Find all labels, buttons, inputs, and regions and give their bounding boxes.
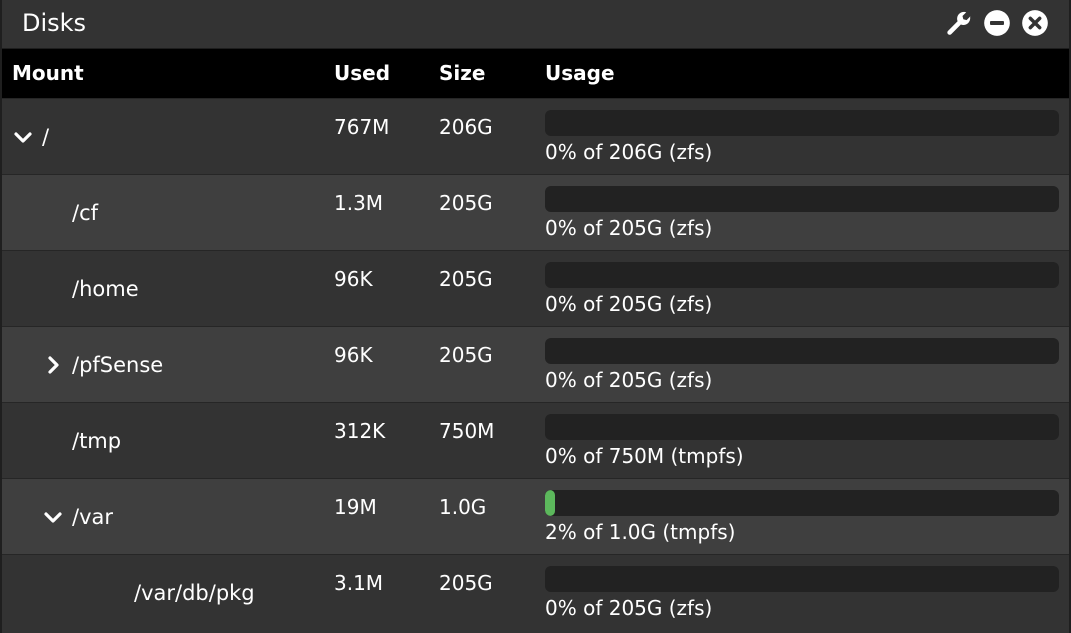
table-row: /pfSense 96K 205G 0% of 205G (zfs) xyxy=(2,326,1069,402)
column-header-used: Used xyxy=(334,61,391,86)
mount-container: /home xyxy=(72,251,139,327)
usage-wrapper: 2% of 1.0G (tmpfs) xyxy=(545,479,1069,544)
column-header-mount: Mount xyxy=(12,61,84,86)
mount-container: /var xyxy=(42,479,113,555)
usage-progress-bar xyxy=(545,261,1059,288)
mount-path: /cf xyxy=(72,200,99,225)
mount-cell: /tmp xyxy=(2,402,334,478)
disks-table: Mount Used Size Usage / 767M 206G 0% of 206… xyxy=(2,49,1069,630)
used-value: 19M xyxy=(334,494,377,519)
usage-wrapper: 0% of 206G (zfs) xyxy=(545,99,1069,164)
table-row: / 767M 206G 0% of 206G (zfs) xyxy=(2,98,1069,174)
mount-container: /pfSense xyxy=(42,327,163,403)
usage-cell: 0% of 205G (zfs) xyxy=(545,250,1069,326)
mount-path: /home xyxy=(72,276,139,301)
usage-progress-fill xyxy=(545,489,556,516)
usage-wrapper: 0% of 750M (tmpfs) xyxy=(545,403,1069,468)
mount-container: /tmp xyxy=(72,403,121,479)
chevron-right-icon[interactable] xyxy=(42,354,64,376)
usage-text: 0% of 205G (zfs) xyxy=(545,595,713,620)
usage-text: 0% of 205G (zfs) xyxy=(545,291,713,316)
mount-cell: /cf xyxy=(2,174,334,250)
usage-progress-bar xyxy=(545,337,1059,364)
usage-progress-bar xyxy=(545,185,1059,212)
table-row: /var 19M 1.0G 2% of 1.0G (tmpfs) xyxy=(2,478,1069,554)
usage-text: 0% of 205G (zfs) xyxy=(545,215,713,240)
size-value: 750M xyxy=(439,418,495,443)
chevron-down-icon[interactable] xyxy=(12,126,34,148)
usage-text: 0% of 750M (tmpfs) xyxy=(545,443,744,468)
column-header-usage: Usage xyxy=(545,61,615,86)
close-circle-icon[interactable] xyxy=(1021,9,1049,37)
usage-wrapper: 0% of 205G (zfs) xyxy=(545,251,1069,316)
usage-cell: 0% of 750M (tmpfs) xyxy=(545,402,1069,478)
mount-path: /var/db/pkg xyxy=(134,580,255,605)
usage-cell: 0% of 205G (zfs) xyxy=(545,326,1069,402)
table-row: /cf 1.3M 205G 0% of 205G (zfs) xyxy=(2,174,1069,250)
wrench-icon[interactable] xyxy=(945,9,973,37)
widget-header: Disks xyxy=(2,0,1069,49)
usage-cell: 0% of 205G (zfs) xyxy=(545,174,1069,250)
size-value: 206G xyxy=(439,114,493,139)
table-body: / 767M 206G 0% of 206G (zfs) /cf 1.3M 205G 0% o… xyxy=(2,98,1069,630)
mount-cell: /var xyxy=(2,478,334,554)
mount-path: / xyxy=(42,124,50,149)
mount-path: /pfSense xyxy=(72,352,164,377)
mount-path: /var xyxy=(72,504,114,529)
used-value: 96K xyxy=(334,342,373,367)
usage-text: 0% of 206G (zfs) xyxy=(545,139,713,164)
usage-wrapper: 0% of 205G (zfs) xyxy=(545,175,1069,240)
table-row: /home 96K 205G 0% of 205G (zfs) xyxy=(2,250,1069,326)
mount-cell: /pfSense xyxy=(2,326,334,402)
usage-wrapper: 0% of 205G (zfs) xyxy=(545,327,1069,392)
used-value: 767M xyxy=(334,114,390,139)
used-value: 3.1M xyxy=(334,570,384,595)
column-header-size: Size xyxy=(439,61,486,86)
used-value: 96K xyxy=(334,266,373,291)
usage-progress-bar xyxy=(545,565,1059,592)
table-row: /var/db/pkg 3.1M 205G 0% of 205G (zfs) xyxy=(2,554,1069,630)
mount-cell: / xyxy=(2,98,334,174)
usage-wrapper: 0% of 205G (zfs) xyxy=(545,555,1069,620)
used-value: 1.3M xyxy=(334,190,384,215)
mount-container: / xyxy=(12,99,49,175)
usage-text: 2% of 1.0G (tmpfs) xyxy=(545,519,736,544)
size-value: 205G xyxy=(439,570,493,595)
size-value: 205G xyxy=(439,190,493,215)
usage-cell: 2% of 1.0G (tmpfs) xyxy=(545,478,1069,554)
usage-progress-bar xyxy=(545,489,1059,516)
minus-circle-icon[interactable] xyxy=(983,9,1011,37)
table-header-row: Mount Used Size Usage xyxy=(2,49,1069,98)
mount-path: /tmp xyxy=(72,428,122,453)
widget-controls xyxy=(945,9,1049,37)
usage-text: 0% of 205G (zfs) xyxy=(545,367,713,392)
usage-cell: 0% of 205G (zfs) xyxy=(545,554,1069,630)
usage-progress-bar xyxy=(545,109,1059,136)
table-row: /tmp 312K 750M 0% of 750M (tmpfs) xyxy=(2,402,1069,478)
size-value: 1.0G xyxy=(439,494,487,519)
usage-cell: 0% of 206G (zfs) xyxy=(545,98,1069,174)
mount-container: /cf xyxy=(72,175,98,251)
mount-container: /var/db/pkg xyxy=(134,555,255,631)
usage-progress-bar xyxy=(545,413,1059,440)
size-value: 205G xyxy=(439,342,493,367)
size-value: 205G xyxy=(439,266,493,291)
widget-title: Disks xyxy=(22,9,87,37)
mount-cell: /home xyxy=(2,250,334,326)
disks-widget: Disks Mount Used Size Usage / 767M 206G … xyxy=(0,0,1071,633)
mount-cell: /var/db/pkg xyxy=(2,554,334,630)
used-value: 312K xyxy=(334,418,386,443)
chevron-down-icon[interactable] xyxy=(42,506,64,528)
